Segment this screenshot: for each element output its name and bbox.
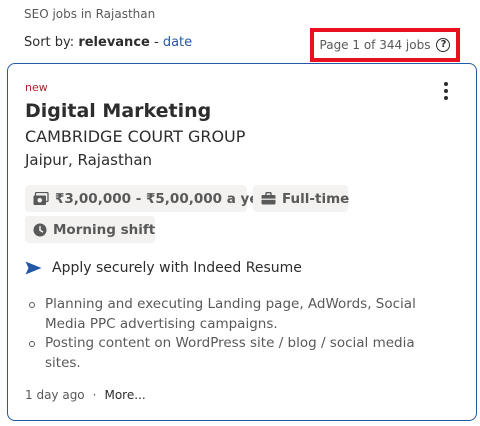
job-location: Jaipur, Rajasthan [25,151,153,169]
apply-indicator: Apply securely with Indeed Resume [25,260,302,276]
job-type-chip: Full-time [253,185,350,212]
company-name: CAMBRIDGE COURT GROUP [25,127,246,146]
sort-relevance: relevance [78,35,150,50]
sort-date-link[interactable]: date [163,35,192,50]
page-count: Page 1 of 344 jobs ? [310,28,460,62]
send-arrow-icon [25,261,42,275]
sort-label: Sort by: [24,35,75,50]
job-snippet: Planning and executing Landing page, AdW… [25,295,425,373]
sort-separator: - [153,35,159,50]
sort-options: Sort by: relevance - date [24,35,192,50]
new-badge: new [25,81,48,94]
footer-separator: · [92,388,97,402]
more-link[interactable]: More... [104,388,145,402]
job-type-text: Full-time [282,190,350,207]
breadcrumb: SEO jobs in Rajasthan [24,7,156,21]
clock-icon [33,223,47,236]
shift-text: Morning shift [53,221,156,238]
card-footer: 1 day ago · More... [25,388,146,402]
help-icon[interactable]: ? [436,38,451,52]
apply-text: Apply securely with Indeed Resume [52,260,302,276]
bullet-icon [29,341,35,347]
posted-date: 1 day ago [25,388,85,402]
briefcase-icon [261,192,276,205]
kebab-menu-icon[interactable] [442,82,450,100]
salary-chip: ₹3,00,000 - ₹5,00,000 a year [25,185,274,212]
job-card[interactable]: new Digital Marketing CAMBRIDGE COURT GR… [7,63,477,421]
salary-text: ₹3,00,000 - ₹5,00,000 a year [55,190,275,207]
snippet-item: Planning and executing Landing page, AdW… [25,295,425,334]
shift-chip: Morning shift [25,216,155,243]
bullet-icon [29,302,35,308]
job-title[interactable]: Digital Marketing [25,100,211,122]
snippet-item: Posting content on WordPress site / blog… [25,334,425,373]
salary-icon [33,191,49,205]
page-count-text: Page 1 of 344 jobs [319,38,431,52]
